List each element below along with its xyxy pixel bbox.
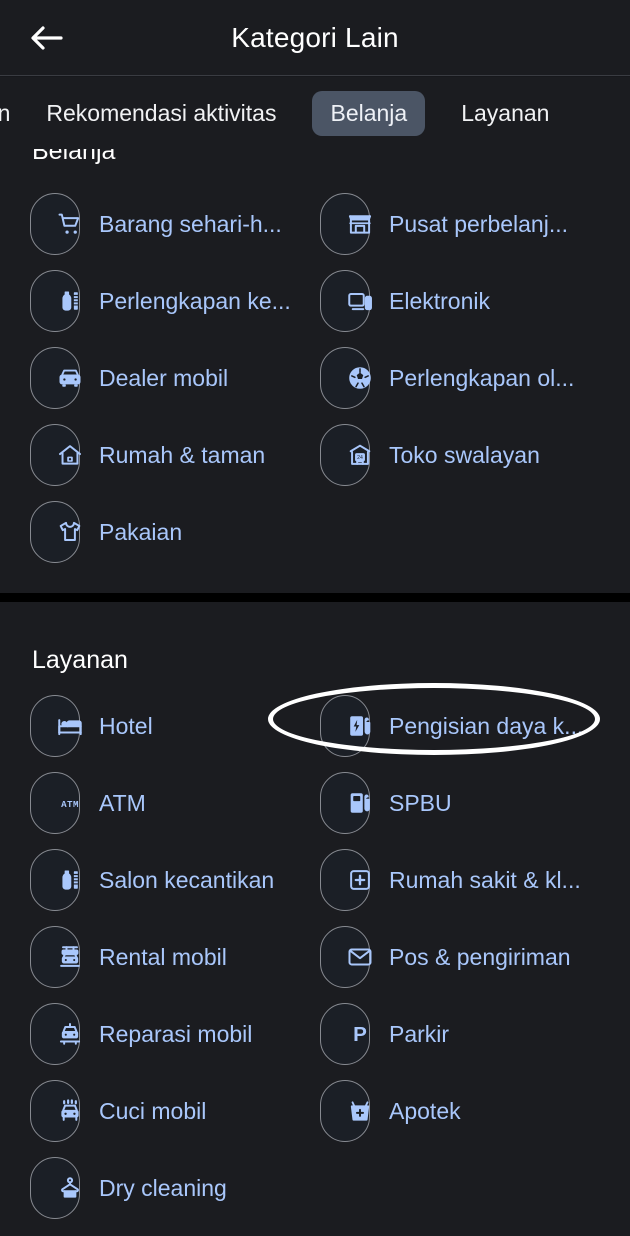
category-chip-label: Barang sehari-h... xyxy=(99,210,282,237)
tab-nan[interactable]: nan xyxy=(0,91,28,136)
category-chip-label: Parkir xyxy=(389,1020,450,1047)
category-chip-label: Toko swalayan xyxy=(389,441,540,468)
section-title-belanja: Belanja xyxy=(32,149,116,165)
category-chip[interactable]: 24 Toko swalayan xyxy=(320,424,540,486)
convenience-store-icon: 24 xyxy=(345,440,375,470)
category-chip[interactable]: Hotel xyxy=(30,695,153,757)
category-chip-label: Perlengkapan ke... xyxy=(99,287,291,314)
category-chip-label: Apotek xyxy=(389,1097,461,1124)
beauty-salon-icon xyxy=(55,865,85,895)
category-chip[interactable]: Pakaian xyxy=(30,501,182,563)
chip-grid-layanan: Hotel ATM ATM Salon kecantikan Rental mobil R… xyxy=(0,695,630,1235)
soccer-ball-icon xyxy=(345,363,375,393)
category-scroll-area[interactable]: Belanja Barang sehari-h... Perlengkapan k… xyxy=(0,149,630,1236)
ev-charging-icon xyxy=(345,711,375,741)
beauty-supply-icon xyxy=(55,286,85,316)
category-chip[interactable]: Elektronik xyxy=(320,270,490,332)
tab-belanja[interactable]: Belanja xyxy=(312,90,426,136)
category-chip[interactable]: Reparasi mobil xyxy=(30,1003,252,1065)
category-chip-label: Rental mobil xyxy=(99,943,227,970)
category-chip-label: Elektronik xyxy=(389,287,490,314)
devices-icon xyxy=(345,286,375,316)
category-chip[interactable]: Barang sehari-h... xyxy=(30,193,282,255)
category-chip[interactable]: Rental mobil xyxy=(30,926,227,988)
section-belanja: Belanja Barang sehari-h... Perlengkapan k… xyxy=(0,149,630,593)
category-chip-label: Pakaian xyxy=(99,518,183,545)
storefront-icon xyxy=(345,209,375,239)
category-chip[interactable]: Salon kecantikan xyxy=(30,849,274,911)
chip-grid-belanja: Barang sehari-h... Perlengkapan ke... Deal… xyxy=(0,193,630,593)
car-rental-icon xyxy=(55,942,85,972)
category-chip-label: Dry cleaning xyxy=(99,1174,227,1201)
back-arrow-icon xyxy=(29,23,63,53)
category-tab-strip[interactable]: nanRekomendasi aktivitas Belanja Layanan xyxy=(0,77,630,149)
category-chip[interactable]: Perlengkapan ol... xyxy=(320,347,574,409)
car-front-icon xyxy=(55,363,85,393)
t-shirt-icon xyxy=(55,517,85,547)
category-chip-label: Dealer mobil xyxy=(99,364,229,391)
category-chip[interactable]: Rumah & taman xyxy=(30,424,265,486)
shopping-cart-icon xyxy=(55,209,85,239)
parking-p-icon: P xyxy=(345,1019,375,1049)
category-chip[interactable]: Perlengkapan ke... xyxy=(30,270,291,332)
category-chip-label: Rumah sakit & kl... xyxy=(389,866,581,893)
category-chip[interactable]: SPBU xyxy=(320,772,452,834)
car-wash-icon xyxy=(55,1096,85,1126)
category-chip-label: Pusat perbelanj... xyxy=(389,210,569,237)
category-chip[interactable]: Rumah sakit & kl... xyxy=(320,849,581,911)
back-button[interactable] xyxy=(20,12,72,64)
tab-layanan[interactable]: Layanan xyxy=(443,91,567,136)
mail-envelope-icon xyxy=(345,942,375,972)
tab-rekomendasi-aktivitas[interactable]: Rekomendasi aktivitas xyxy=(28,91,294,136)
category-chip[interactable]: P Parkir xyxy=(320,1003,449,1065)
hospital-icon xyxy=(345,865,375,895)
category-chip-label: Pengisian daya k... xyxy=(389,712,584,739)
category-chip[interactable]: ATM ATM xyxy=(30,772,146,834)
section-title-layanan: Layanan xyxy=(32,646,128,674)
car-repair-icon xyxy=(55,1019,85,1049)
page-title: Kategori Lain xyxy=(231,21,399,53)
dry-cleaning-icon xyxy=(55,1173,85,1203)
category-chip[interactable]: Dealer mobil xyxy=(30,347,228,409)
category-chip-label: Cuci mobil xyxy=(99,1097,207,1124)
svg-text:ATM: ATM xyxy=(61,799,79,810)
category-chip-label: Salon kecantikan xyxy=(99,866,275,893)
category-chip[interactable]: Apotek xyxy=(320,1080,461,1142)
fuel-pump-icon xyxy=(345,788,375,818)
category-chip-label: Pos & pengiriman xyxy=(389,943,571,970)
app-bar: Kategori Lain xyxy=(0,0,630,76)
home-garden-icon xyxy=(55,440,85,470)
category-chip-label: Hotel xyxy=(99,712,153,739)
section-layanan: Layanan Hotel ATM ATM Salon kecantikan Renta… xyxy=(0,602,630,1236)
category-chip[interactable]: Pengisian daya k... xyxy=(320,695,583,757)
hotel-bed-icon xyxy=(55,711,85,741)
category-chip-label: Reparasi mobil xyxy=(99,1020,253,1047)
screen-root: Kategori Lain nanRekomendasi aktivitas Be… xyxy=(0,0,630,1236)
pharmacy-icon xyxy=(345,1096,375,1126)
section-divider xyxy=(0,593,630,602)
category-chip-label: SPBU xyxy=(389,789,452,816)
svg-text:24: 24 xyxy=(357,455,363,461)
category-chip-label: ATM xyxy=(99,789,146,816)
category-chip-label: Perlengkapan ol... xyxy=(389,364,575,391)
category-chip-label: Rumah & taman xyxy=(99,441,266,468)
category-chip[interactable]: Cuci mobil xyxy=(30,1080,206,1142)
atm-icon: ATM xyxy=(55,788,85,818)
category-chip[interactable]: Pos & pengiriman xyxy=(320,926,571,988)
svg-text:P: P xyxy=(353,1023,367,1046)
category-chip[interactable]: Pusat perbelanj... xyxy=(320,193,568,255)
category-chip[interactable]: Dry cleaning xyxy=(30,1157,227,1219)
